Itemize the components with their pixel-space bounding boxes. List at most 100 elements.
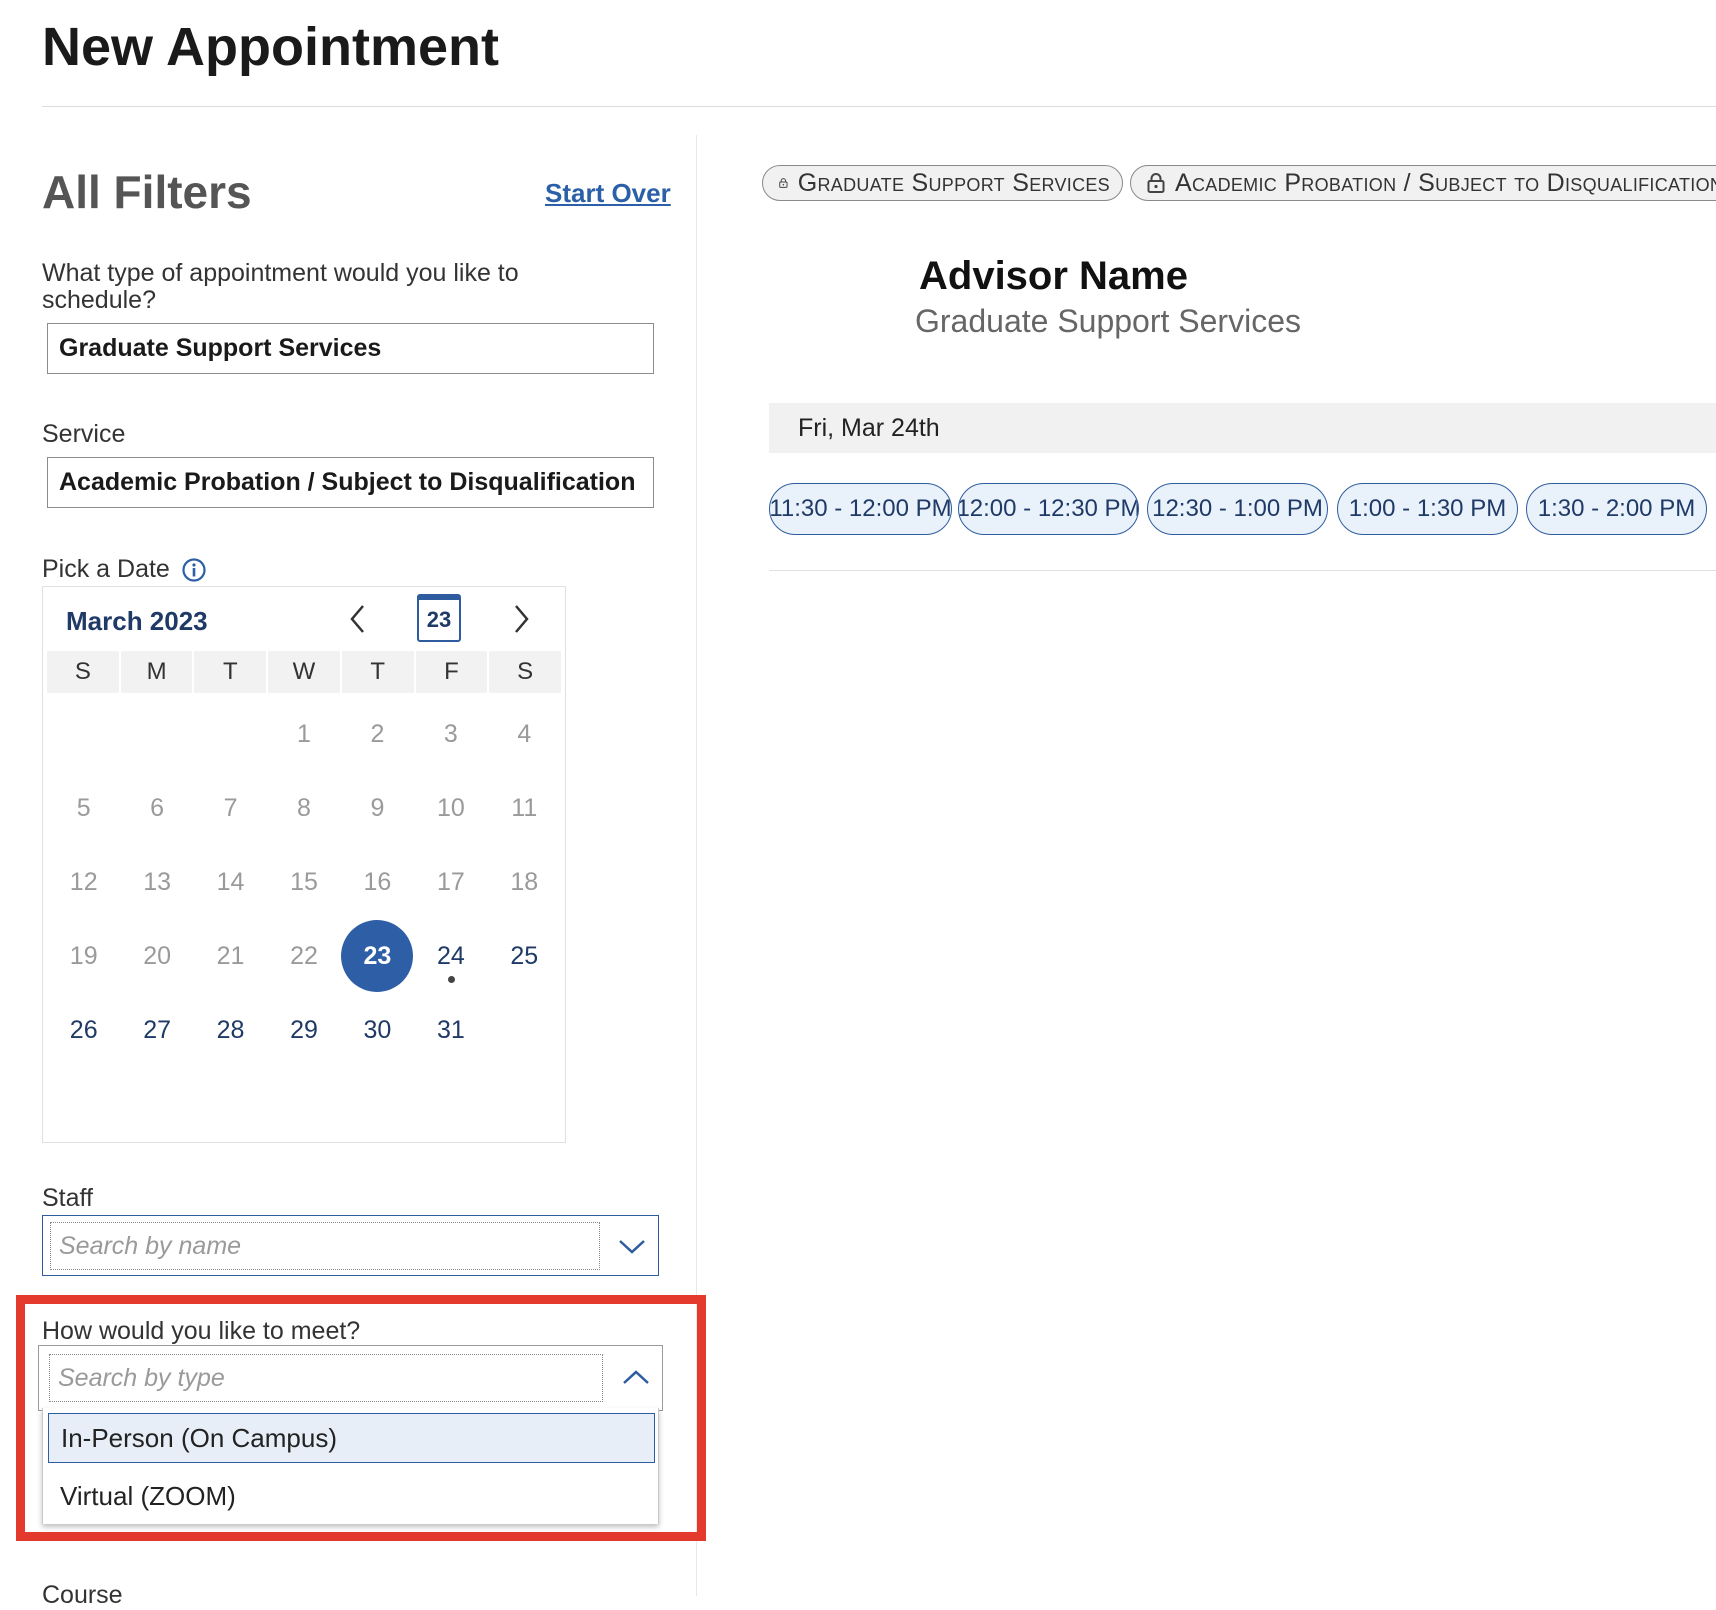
- start-over-link[interactable]: Start Over: [545, 173, 671, 213]
- calendar-day-number: 20: [143, 941, 172, 970]
- calendar-day-number: 24: [436, 941, 465, 970]
- calendar-empty-cell: [120, 697, 193, 771]
- calendar-day: 11: [488, 771, 561, 845]
- calendar-day-number: 31: [436, 1015, 465, 1044]
- meeting-type-search-input[interactable]: [49, 1354, 603, 1402]
- advisor-name: Advisor Name: [919, 254, 1188, 298]
- filter-chip-service: Academic Probation / Subject to Disquali…: [1130, 165, 1716, 201]
- calendar-day: 20: [120, 919, 193, 993]
- calendar-day: 9: [341, 771, 414, 845]
- calendar-day-number: 5: [76, 793, 91, 822]
- filter-chip-appointment-type: Graduate Support Services: [762, 165, 1123, 201]
- page-title: New Appointment: [42, 17, 499, 77]
- filters-title: All Filters: [42, 166, 252, 218]
- calendar-day: 22: [267, 919, 340, 993]
- calendar-day[interactable]: 31: [414, 993, 487, 1067]
- calendar-day: 21: [194, 919, 267, 993]
- time-slot-button[interactable]: 11:30 - 12:00 PM: [769, 483, 952, 535]
- calendar-day-number: 6: [150, 793, 165, 822]
- calendar-day[interactable]: 27: [120, 993, 193, 1067]
- weekday-label: S: [47, 651, 119, 693]
- staff-dropdown-toggle[interactable]: [606, 1216, 658, 1275]
- time-slot-button[interactable]: 12:30 - 1:00 PM: [1147, 483, 1328, 535]
- option-in-person[interactable]: In-Person (On Campus): [48, 1413, 655, 1463]
- chevron-right-icon: [515, 605, 529, 633]
- calendar-day-number: 15: [290, 867, 318, 896]
- info-circle-icon[interactable]: [181, 557, 207, 583]
- calendar-day[interactable]: 28: [194, 993, 267, 1067]
- calendar-empty-cell: [47, 697, 120, 771]
- calendar-day: 7: [194, 771, 267, 845]
- chevron-down-icon: [619, 1239, 645, 1254]
- option-virtual-zoom[interactable]: Virtual (ZOOM): [48, 1471, 655, 1521]
- service-field[interactable]: Academic Probation / Subject to Disquali…: [47, 457, 654, 508]
- calendar-days-grid: 1 2 3 4 5 6 7 8 9 10 11 12 13 14 15 16 17 18 19 20 21 22 23 24 2…: [47, 697, 561, 1067]
- calendar-day-selected[interactable]: 23: [341, 919, 414, 993]
- calendar-day-number: 22: [290, 941, 318, 970]
- appointment-type-label: What type of appointment would you like …: [42, 259, 519, 314]
- calendar-day-number: 23: [341, 920, 414, 992]
- meeting-type-dropdown-toggle[interactable]: [610, 1346, 662, 1410]
- calendar-day-number: 21: [216, 941, 245, 970]
- weekday-label: T: [194, 651, 267, 693]
- calendar-day: 8: [267, 771, 340, 845]
- time-slot-button[interactable]: 1:00 - 1:30 PM: [1337, 483, 1518, 535]
- lock-icon: [1147, 173, 1165, 193]
- calendar-day-number: 1: [297, 719, 311, 748]
- appointment-type-value: Graduate Support Services: [59, 334, 382, 362]
- calendar-day: 14: [194, 845, 267, 919]
- calendar-day-number: 30: [363, 1015, 392, 1044]
- meeting-type-combobox: [38, 1345, 663, 1411]
- calendar-month-label: March 2023: [66, 606, 208, 636]
- weekday-header: SMTWTFS: [47, 651, 561, 693]
- lock-icon: [779, 178, 788, 188]
- weekday-label: M: [120, 651, 193, 693]
- date-picker-calendar: March 2023 23 SMTWTFS 1 2 3 4 5 6 7 8 9 10 11 12 13 1…: [42, 586, 566, 1143]
- calendar-day-number: 16: [363, 867, 392, 896]
- calendar-day-number: 4: [517, 719, 532, 748]
- calendar-day: 6: [120, 771, 193, 845]
- calendar-day: 3: [414, 697, 487, 771]
- calendar-day: 15: [267, 845, 340, 919]
- calendar-day-number: 27: [143, 1015, 172, 1044]
- calendar-empty-cell: [194, 697, 267, 771]
- calendar-day: 2: [341, 697, 414, 771]
- calendar-day[interactable]: 29: [267, 993, 340, 1067]
- calendar-day: 13: [120, 845, 193, 919]
- next-month-button[interactable]: [501, 599, 541, 639]
- availability-dot: [447, 976, 455, 983]
- filter-chip-label: Academic Probation / Subject to Disquali…: [1175, 168, 1716, 197]
- calendar-day-number: 8: [297, 793, 311, 822]
- meeting-type-label: How would you like to meet?: [42, 1317, 361, 1345]
- calendar-day-number: 14: [216, 867, 245, 896]
- availability-date-label: Fri, Mar 24th: [798, 413, 940, 442]
- calendar-day[interactable]: 26: [47, 993, 120, 1067]
- calendar-day-number: 10: [436, 793, 465, 822]
- appointment-type-field[interactable]: Graduate Support Services: [47, 323, 654, 374]
- service-value: Academic Probation / Subject to Disquali…: [59, 468, 636, 496]
- calendar-day: 1: [267, 697, 340, 771]
- staff-label: Staff: [42, 1184, 93, 1212]
- previous-month-button[interactable]: [338, 599, 378, 639]
- meeting-type-options: In-Person (On Campus) Virtual (ZOOM): [42, 1408, 659, 1524]
- availability-date-header: Fri, Mar 24th: [769, 403, 1716, 453]
- time-slot-button[interactable]: 12:00 - 12:30 PM: [958, 483, 1139, 535]
- calendar-day-number: 2: [370, 719, 385, 748]
- chevron-up-icon: [623, 1370, 649, 1384]
- staff-search-input[interactable]: [50, 1222, 600, 1270]
- calendar-day[interactable]: 25: [488, 919, 561, 993]
- slots-divider: [769, 570, 1716, 571]
- calendar-day: 10: [414, 771, 487, 845]
- weekday-label: F: [415, 651, 488, 693]
- weekday-label: S: [489, 651, 561, 693]
- calendar-day: 4: [488, 697, 561, 771]
- calendar-day[interactable]: 30: [341, 993, 414, 1067]
- time-slot-button[interactable]: 1:30 - 2:00 PM: [1526, 483, 1707, 535]
- weekday-label: W: [268, 651, 340, 693]
- calendar-day-number: 13: [143, 867, 172, 896]
- calendar-day: 19: [47, 919, 120, 993]
- today-button[interactable]: 23: [417, 594, 461, 642]
- staff-combobox: [42, 1215, 659, 1276]
- calendar-day[interactable]: 24: [414, 919, 487, 993]
- filter-chip-label: Graduate Support Services: [797, 168, 1110, 197]
